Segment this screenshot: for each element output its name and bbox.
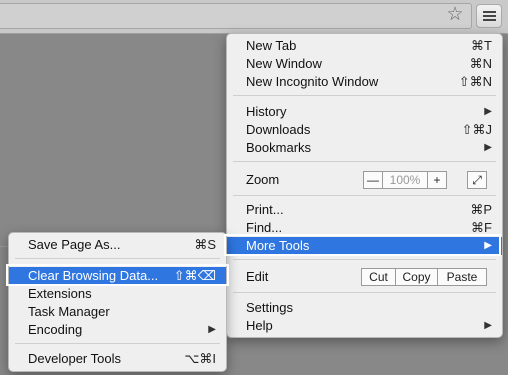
menu-separator	[233, 195, 496, 196]
menu-item-new-tab[interactable]: New Tab ⌘T	[227, 37, 502, 55]
menu-separator	[233, 161, 496, 162]
copy-button[interactable]: Copy	[395, 268, 438, 286]
submenu-item-task-manager[interactable]: Task Manager	[9, 303, 226, 321]
menu-separator	[233, 259, 496, 260]
menu-item-label: More Tools	[246, 238, 310, 253]
submenu-arrow-icon: ▶	[484, 106, 492, 117]
menu-item-shortcut: ⌥⌘I	[184, 351, 216, 366]
menu-separator	[15, 343, 220, 344]
menu-item-label: Settings	[246, 300, 293, 315]
menu-separator	[233, 292, 496, 293]
menu-item-label: History	[246, 104, 287, 119]
menu-item-shortcut: ⌘F	[471, 220, 492, 235]
menu-item-new-incognito-window[interactable]: New Incognito Window ⇧⌘N	[227, 73, 502, 91]
menu-item-label: Extensions	[28, 286, 92, 301]
zoom-out-button[interactable]: —	[363, 171, 383, 189]
menu-item-label: Zoom	[246, 172, 280, 187]
hamburger-icon-bar	[483, 15, 496, 17]
submenu-arrow-icon: ▶	[484, 320, 492, 331]
menu-separator	[233, 95, 496, 96]
bookmark-star-icon[interactable]: ☆	[444, 4, 466, 26]
menu-item-find[interactable]: Find... ⌘F	[227, 219, 502, 237]
menu-item-label: Edit	[246, 269, 269, 284]
menu-item-label: Find...	[246, 220, 283, 235]
menu-item-help[interactable]: Help ▶	[227, 317, 502, 335]
menu-item-new-window[interactable]: New Window ⌘N	[227, 55, 502, 73]
menu-separator	[15, 258, 220, 259]
menu-item-label: Encoding	[28, 322, 83, 337]
menu-item-bookmarks[interactable]: Bookmarks ▶	[227, 139, 502, 157]
menu-item-label: New Window	[246, 56, 322, 71]
menu-item-label: Print...	[246, 202, 284, 217]
menu-item-shortcut: ⇧⌘N	[458, 74, 492, 89]
menu-item-label: Help	[246, 318, 273, 333]
menu-item-zoom: Zoom — 100% + ⤢	[227, 171, 502, 189]
zoom-in-button[interactable]: +	[427, 171, 447, 189]
menu-item-more-tools[interactable]: More Tools ▶	[227, 237, 502, 255]
background-divider	[0, 246, 8, 247]
paste-button[interactable]: Paste	[437, 268, 487, 286]
menu-item-shortcut: ⌘P	[470, 202, 492, 217]
menu-item-shortcut: ⌘S	[194, 237, 216, 252]
cut-button[interactable]: Cut	[361, 268, 396, 286]
menu-item-downloads[interactable]: Downloads ⇧⌘J	[227, 121, 502, 139]
menu-item-label: Downloads	[246, 122, 311, 137]
browser-menu-button[interactable]	[476, 4, 502, 28]
menu-item-shortcut: ⌘N	[469, 56, 492, 71]
menu-item-label: Bookmarks	[246, 140, 312, 155]
hamburger-icon	[483, 11, 496, 13]
menu-item-shortcut: ⇧⌘J	[461, 122, 492, 137]
menu-item-shortcut: ⇧⌘⌫	[173, 268, 216, 283]
menu-item-label: Clear Browsing Data...	[28, 268, 159, 283]
hamburger-icon-bar	[483, 19, 496, 21]
submenu-item-encoding[interactable]: Encoding ▶	[9, 321, 226, 339]
fullscreen-icon[interactable]: ⤢	[467, 171, 487, 189]
menu-item-label: Task Manager	[28, 304, 110, 319]
more-tools-submenu: Save Page As... ⌘S Clear Browsing Data..…	[8, 232, 227, 372]
submenu-arrow-icon: ▶	[484, 240, 492, 251]
submenu-item-developer-tools[interactable]: Developer Tools ⌥⌘I	[9, 350, 226, 368]
browser-toolbar: ☆	[0, 0, 508, 34]
menu-item-history[interactable]: History ▶	[227, 103, 502, 121]
menu-item-settings[interactable]: Settings	[227, 299, 502, 317]
menu-item-label: New Tab	[246, 38, 297, 53]
menu-item-edit: Edit Cut Copy Paste	[227, 268, 502, 286]
zoom-level: 100%	[382, 171, 428, 189]
submenu-arrow-icon: ▶	[484, 142, 492, 153]
submenu-item-save-page[interactable]: Save Page As... ⌘S	[9, 236, 226, 254]
browser-main-menu: New Tab ⌘T New Window ⌘N New Incognito W…	[226, 33, 503, 338]
submenu-item-extensions[interactable]: Extensions	[9, 285, 226, 303]
submenu-item-clear-browsing-data[interactable]: Clear Browsing Data... ⇧⌘⌫	[9, 267, 226, 285]
menu-item-label: Save Page As...	[28, 237, 121, 252]
menu-item-print[interactable]: Print... ⌘P	[227, 201, 502, 219]
menu-item-shortcut: ⌘T	[471, 38, 492, 53]
menu-item-label: Developer Tools	[28, 351, 121, 366]
submenu-arrow-icon: ▶	[208, 324, 216, 335]
menu-item-label: New Incognito Window	[246, 74, 379, 89]
address-bar[interactable]	[0, 3, 472, 29]
